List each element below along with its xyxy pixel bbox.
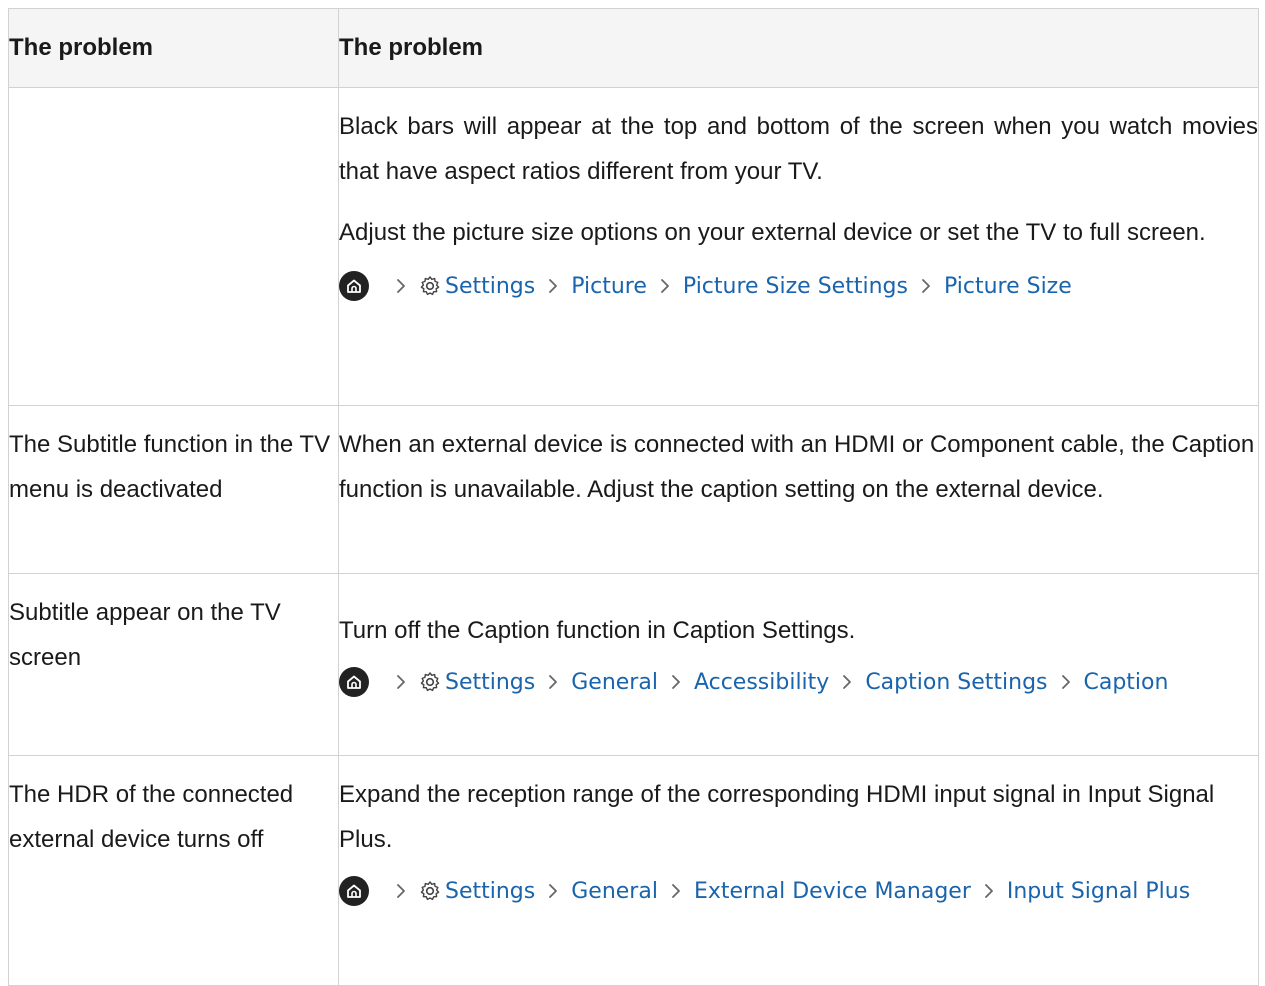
problem-text: The Subtitle function in the TV menu is … [9, 431, 331, 503]
table-row: Subtitle appear on the TV screen Turn of… [8, 573, 1259, 756]
problem-text: Subtitle appear on the TV screen [9, 599, 281, 671]
chevron-right-icon [547, 276, 559, 296]
path-link-settings[interactable]: Settings [445, 274, 535, 299]
table-row: Black bars will appear at the top and bo… [8, 87, 1259, 406]
solution-cell: When an external device is connected wit… [338, 405, 1259, 574]
solution-paragraph: Turn off the Caption function in Caption… [339, 617, 856, 644]
home-icon[interactable] [339, 876, 369, 906]
path-link-picture-size[interactable]: Picture Size [944, 274, 1072, 299]
chevron-right-icon [1060, 672, 1072, 692]
path-link-picture-size-settings[interactable]: Picture Size Settings [683, 274, 908, 299]
chevron-right-icon [395, 881, 407, 901]
chevron-right-icon [395, 276, 407, 296]
table-header-row: The problem The problem [8, 8, 1259, 88]
problem-cell: The HDR of the connected external device… [8, 755, 339, 986]
chevron-right-icon [659, 276, 671, 296]
settings-path: Settings Picture Picture Size Settings P… [339, 269, 1258, 303]
problem-cell: Subtitle appear on the TV screen [8, 573, 339, 756]
problem-cell: The Subtitle function in the TV menu is … [8, 405, 339, 574]
chevron-right-icon [547, 881, 559, 901]
path-link-picture[interactable]: Picture [571, 274, 647, 299]
chevron-right-icon [920, 276, 932, 296]
home-icon[interactable] [339, 667, 369, 697]
chevron-right-icon [670, 672, 682, 692]
solution-cell: Black bars will appear at the top and bo… [338, 87, 1259, 406]
gear-icon [419, 671, 441, 693]
chevron-right-icon [841, 672, 853, 692]
path-link-caption[interactable]: Caption [1084, 670, 1169, 695]
column-header-problem: The problem [8, 8, 339, 88]
path-link-caption-settings[interactable]: Caption Settings [865, 670, 1047, 695]
path-link-general[interactable]: General [571, 670, 658, 695]
solution-paragraph: Adjust the picture size options on your … [339, 219, 1206, 246]
path-link-settings[interactable]: Settings [445, 670, 535, 695]
table-row: The Subtitle function in the TV menu is … [8, 405, 1259, 574]
table-row: The HDR of the connected external device… [8, 755, 1259, 986]
path-link-settings[interactable]: Settings [445, 879, 535, 904]
path-link-external-device-manager[interactable]: External Device Manager [694, 879, 971, 904]
path-link-general[interactable]: General [571, 879, 658, 904]
chevron-right-icon [395, 672, 407, 692]
solution-paragraph: When an external device is connected wit… [339, 431, 1255, 503]
solution-cell: Turn off the Caption function in Caption… [338, 573, 1259, 756]
solution-cell: Expand the reception range of the corres… [338, 755, 1259, 986]
gear-icon [419, 275, 441, 297]
settings-path: Settings General Accessibility Caption S… [339, 665, 1258, 699]
column-header-solution: The problem [338, 8, 1259, 88]
problem-cell [8, 87, 339, 406]
solution-paragraph: Black bars will appear at the top and bo… [339, 113, 1258, 185]
chevron-right-icon [547, 672, 559, 692]
settings-path: Settings General External Device Manager… [339, 874, 1258, 908]
chevron-right-icon [983, 881, 995, 901]
solution-paragraph: Expand the reception range of the corres… [339, 781, 1215, 853]
path-link-accessibility[interactable]: Accessibility [694, 670, 829, 695]
home-icon[interactable] [339, 271, 369, 301]
problem-text: The HDR of the connected external device… [9, 781, 294, 853]
path-link-input-signal-plus[interactable]: Input Signal Plus [1007, 879, 1190, 904]
troubleshooting-table: The problem The problem Black bars will … [8, 8, 1259, 986]
gear-icon [419, 880, 441, 902]
chevron-right-icon [670, 881, 682, 901]
